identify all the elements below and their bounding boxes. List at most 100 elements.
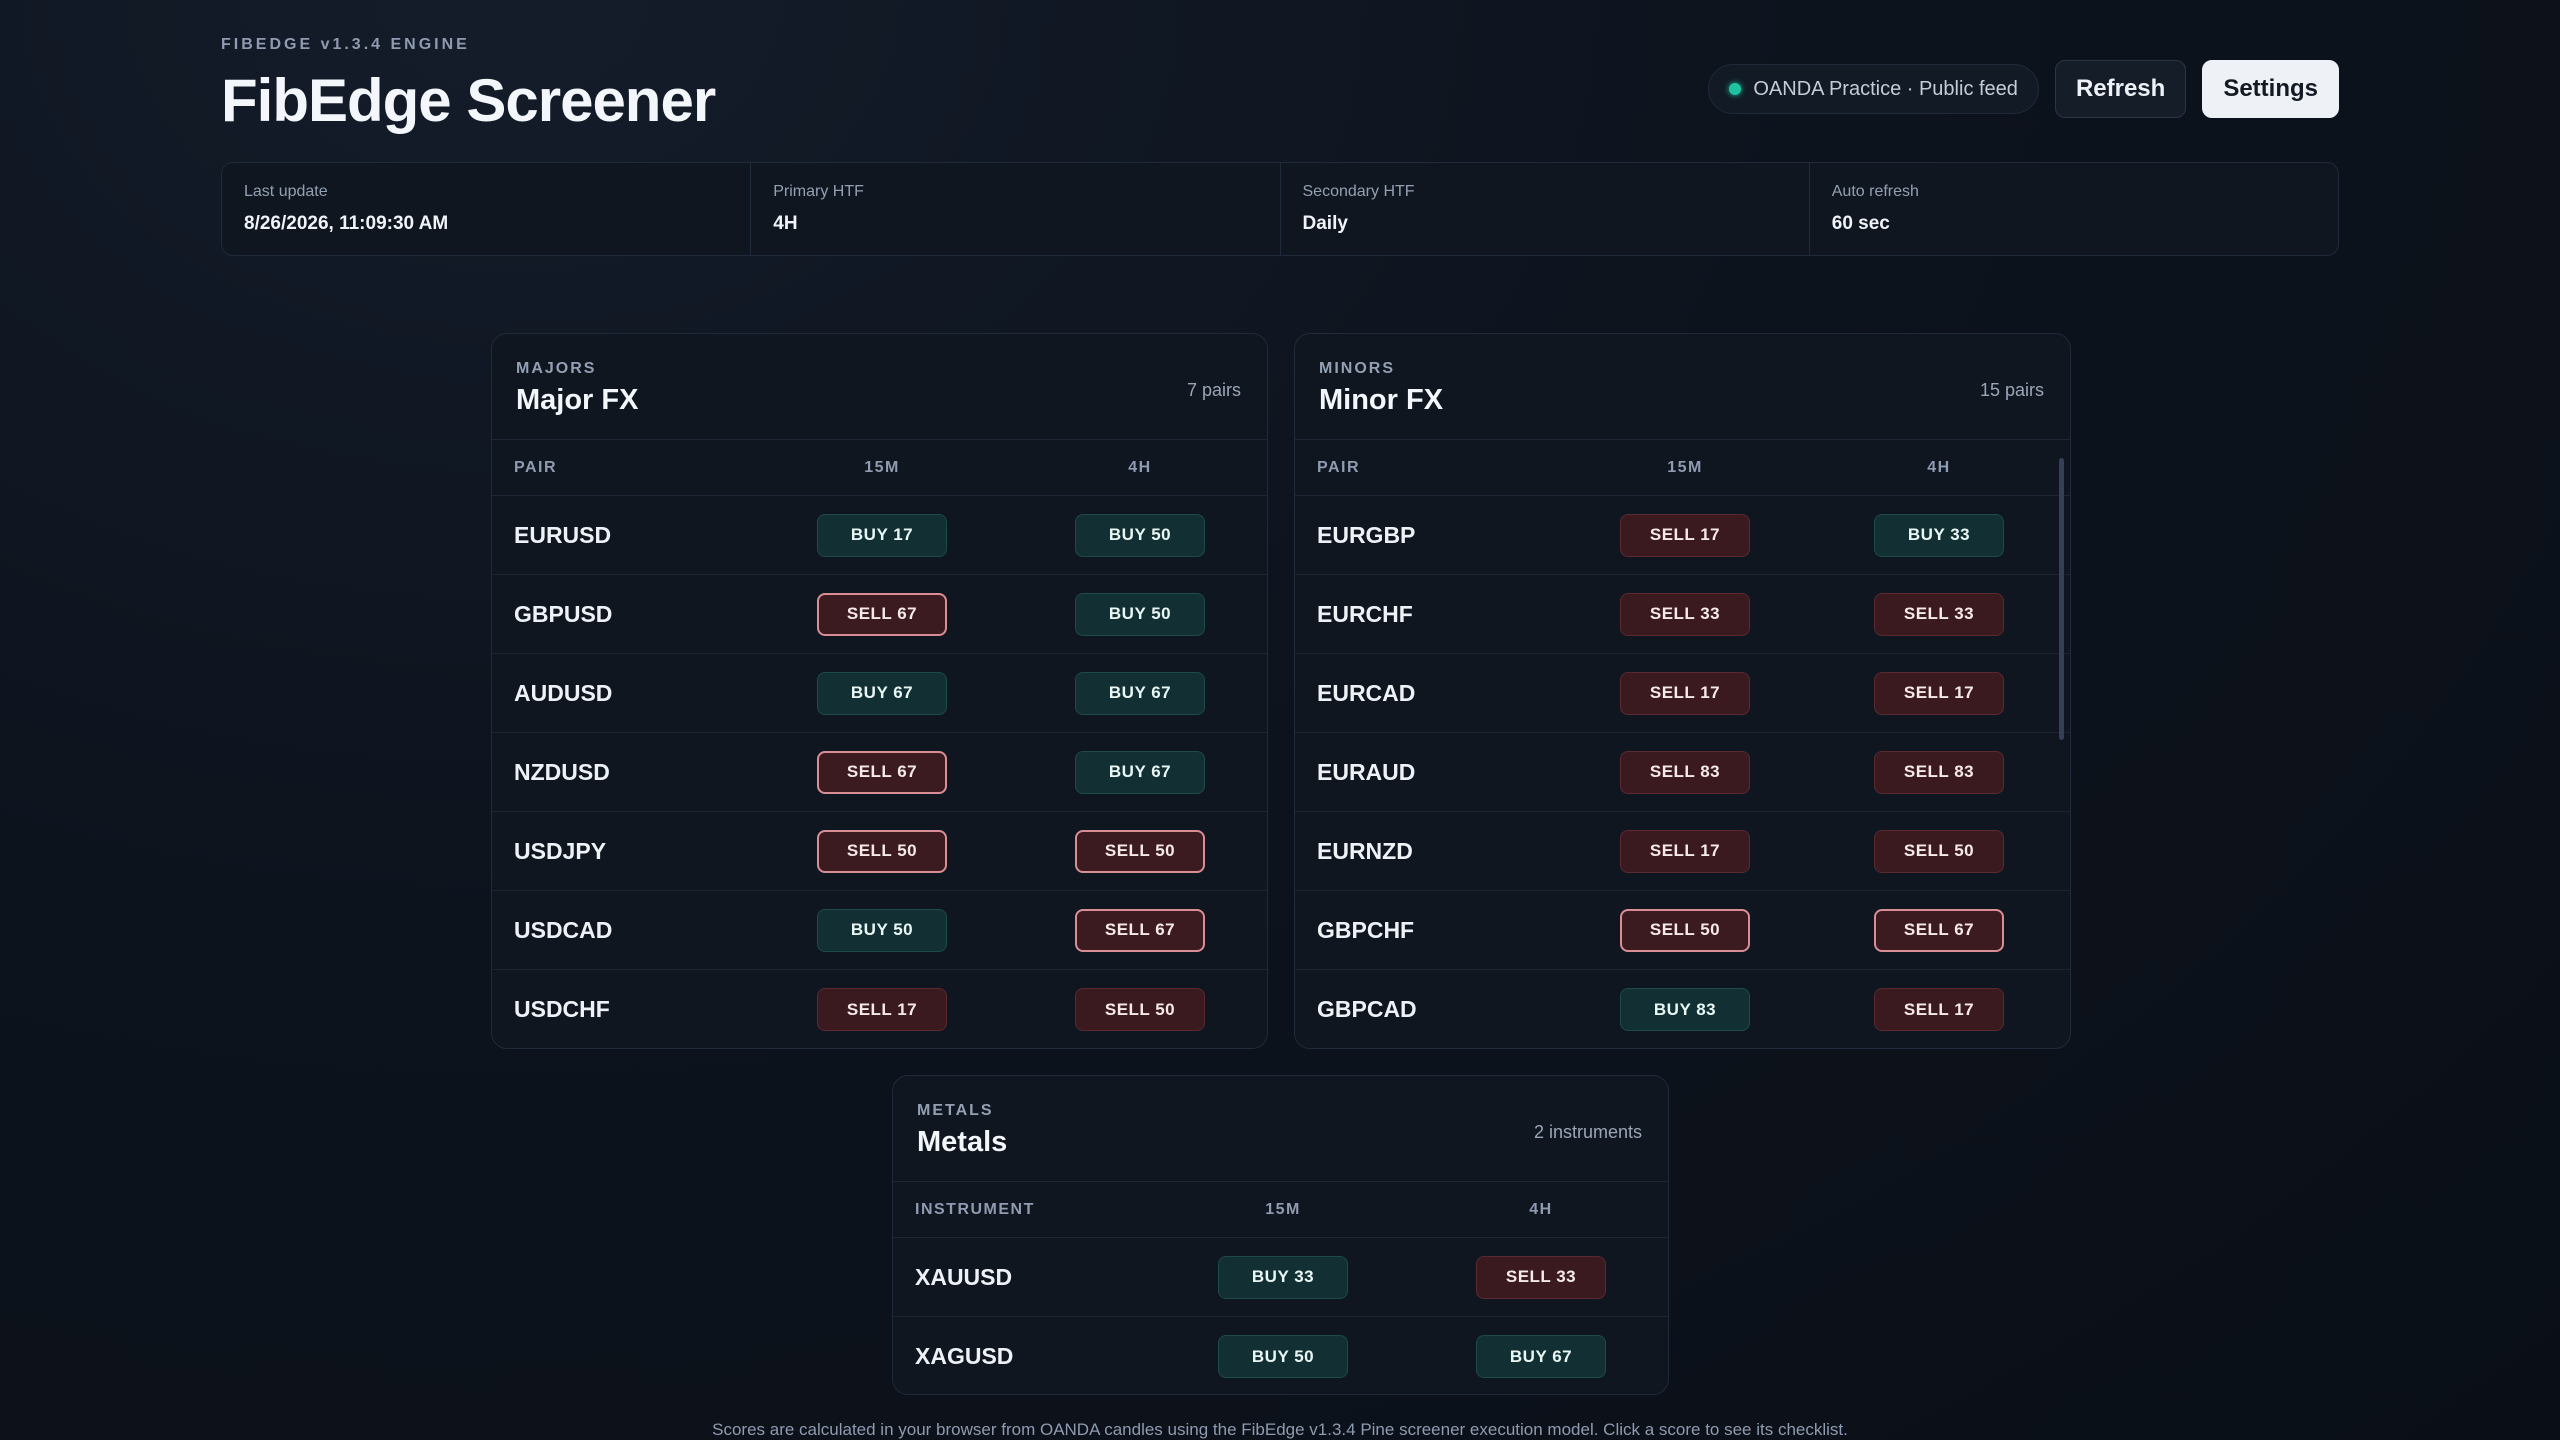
stat-label: Primary HTF — [773, 183, 864, 200]
score-badge[interactable]: SELL 17 — [1620, 671, 1750, 715]
cell-15m: BUY 33 — [1203, 1255, 1363, 1299]
score-badge[interactable]: SELL 50 — [817, 829, 947, 873]
pair-name: EURNZD — [1317, 837, 1413, 864]
panel-eyebrow: MAJORS — [516, 360, 597, 377]
column-header-pair: PAIR — [514, 458, 558, 476]
panel-majors: MAJORS Major FX 7 pairs PAIR 15M 4H EURU… — [491, 333, 1268, 1049]
pair-name: XAUUSD — [915, 1263, 1013, 1290]
column-header-instrument: INSTRUMENT — [915, 1200, 1035, 1218]
table-row: USDCHF SELL 17 SELL 50 — [492, 970, 1267, 1048]
panel-count: 2 instruments — [1533, 1122, 1642, 1142]
stat-secondary-htf: Secondary HTF Daily — [1281, 163, 1810, 255]
scrollbar[interactable] — [2059, 458, 2064, 740]
stat-label: Secondary HTF — [1302, 183, 1415, 200]
pair-name: EURUSD — [514, 521, 612, 548]
score-badge[interactable]: BUY 67 — [1075, 671, 1205, 715]
cell-15m: BUY 50 — [802, 908, 962, 952]
table-row: EURAUD SELL 83 SELL 83 — [1295, 733, 2070, 812]
table-row: USDJPY SELL 50 SELL 50 — [492, 812, 1267, 891]
table-row: XAUUSD BUY 33 SELL 33 — [893, 1238, 1668, 1317]
score-badge[interactable]: SELL 17 — [1620, 829, 1750, 873]
column-header-15m: 15M — [1667, 458, 1703, 476]
score-badge[interactable]: BUY 50 — [1075, 513, 1205, 557]
column-header-pair: PAIR — [1317, 458, 1361, 476]
cell-15m: SELL 50 — [1605, 908, 1765, 952]
score-badge[interactable]: SELL 83 — [1874, 750, 2004, 794]
pair-name: GBPUSD — [514, 600, 613, 627]
cell-15m: SELL 83 — [1605, 750, 1765, 794]
score-badge[interactable]: SELL 50 — [1620, 908, 1750, 952]
refresh-button[interactable]: Refresh — [2054, 60, 2187, 118]
score-badge[interactable]: SELL 67 — [1075, 908, 1205, 952]
score-badge[interactable]: SELL 83 — [1620, 750, 1750, 794]
table-body: EURUSD BUY 17 BUY 50 GBPUSD SELL 67 BUY 50 AUD… — [492, 496, 1267, 1048]
score-badge[interactable]: BUY 83 — [1620, 988, 1750, 1031]
cell-15m: SELL 17 — [802, 988, 962, 1031]
table-row: EURGBP SELL 17 BUY 33 — [1295, 496, 2070, 575]
score-badge[interactable]: SELL 67 — [817, 750, 947, 794]
cell-15m: BUY 17 — [802, 513, 962, 557]
pair-name: USDCHF — [514, 996, 610, 1022]
column-header-15m: 15M — [864, 458, 900, 476]
feed-status-pill: OANDA Practice · Public feed — [1708, 64, 2039, 114]
status-dot-icon — [1729, 83, 1742, 95]
score-badge[interactable]: BUY 67 — [817, 671, 947, 715]
cell-4h: SELL 50 — [1859, 829, 2019, 873]
cell-15m: SELL 50 — [802, 829, 962, 873]
score-badge[interactable]: BUY 33 — [1874, 513, 2004, 557]
score-badge[interactable]: SELL 33 — [1476, 1255, 1606, 1299]
score-badge[interactable]: SELL 67 — [1874, 908, 2004, 952]
score-badge[interactable]: SELL 17 — [817, 988, 947, 1031]
cell-4h: BUY 50 — [1060, 513, 1220, 557]
score-badge[interactable]: BUY 67 — [1075, 750, 1205, 794]
panel-header: MAJORS Major FX 7 pairs — [492, 334, 1267, 440]
score-badge[interactable]: BUY 17 — [817, 513, 947, 557]
column-header-4h: 4H — [1529, 1200, 1553, 1218]
cell-15m: SELL 33 — [1605, 592, 1765, 636]
table-header: PAIR 15M 4H — [1295, 440, 2070, 496]
screener-page: FIBEDGE v1.3.4 ENGINE FibEdge Screener O… — [0, 0, 2560, 1440]
score-badge[interactable]: SELL 17 — [1620, 513, 1750, 557]
table-row: XAGUSD BUY 50 BUY 67 — [893, 1317, 1668, 1394]
score-badge[interactable]: SELL 50 — [1075, 988, 1205, 1031]
header: FIBEDGE v1.3.4 ENGINE FibEdge Screener O… — [221, 36, 2339, 146]
engine-eyebrow: FIBEDGE v1.3.4 ENGINE — [221, 36, 470, 53]
cell-4h: SELL 67 — [1859, 908, 2019, 952]
footer-note: Scores are calculated in your browser fr… — [712, 1420, 1848, 1439]
stats-bar: Last update 8/26/2026, 11:09:30 AM Prima… — [221, 162, 2339, 256]
score-badge[interactable]: BUY 50 — [1218, 1335, 1348, 1378]
panel-count: 15 pairs — [1979, 380, 2044, 400]
cell-15m: SELL 67 — [802, 750, 962, 794]
cell-4h: SELL 50 — [1060, 829, 1220, 873]
pair-name: NZDUSD — [514, 758, 610, 785]
score-badge[interactable]: BUY 50 — [1075, 592, 1205, 636]
score-badge[interactable]: BUY 67 — [1476, 1335, 1606, 1378]
table-row: GBPCAD BUY 83 SELL 17 — [1295, 970, 2070, 1048]
pair-name: EURCAD — [1317, 679, 1416, 706]
cell-15m: BUY 83 — [1605, 988, 1765, 1031]
score-badge[interactable]: BUY 33 — [1218, 1255, 1348, 1299]
pair-name: GBPCAD — [1317, 996, 1417, 1022]
panel-minors: MINORS Minor FX 15 pairs PAIR 15M 4H EUR… — [1294, 333, 2071, 1049]
cell-4h: SELL 17 — [1859, 671, 2019, 715]
settings-button[interactable]: Settings — [2202, 60, 2339, 118]
table-row: EURCHF SELL 33 SELL 33 — [1295, 575, 2070, 654]
score-badge[interactable]: SELL 50 — [1874, 829, 2004, 873]
panel-title: Major FX — [516, 384, 639, 416]
score-badge[interactable]: SELL 17 — [1874, 988, 2004, 1031]
table-body: EURGBP SELL 17 BUY 33 EURCHF SELL 33 SELL 33 E… — [1295, 496, 2070, 1048]
pair-name: USDJPY — [514, 837, 607, 864]
score-badge[interactable]: SELL 17 — [1874, 671, 2004, 715]
cell-15m: BUY 50 — [1203, 1335, 1363, 1378]
score-badge[interactable]: SELL 50 — [1075, 829, 1205, 873]
score-badge[interactable]: SELL 67 — [817, 592, 947, 636]
pair-name: EURAUD — [1317, 758, 1416, 785]
stat-value: 60 sec — [1831, 213, 1890, 234]
score-badge[interactable]: SELL 33 — [1620, 592, 1750, 636]
column-header-4h: 4H — [1927, 458, 1951, 476]
score-badge[interactable]: SELL 33 — [1874, 592, 2004, 636]
column-header-4h: 4H — [1128, 458, 1152, 476]
score-badge[interactable]: BUY 50 — [817, 908, 947, 952]
cell-4h: SELL 17 — [1859, 988, 2019, 1031]
table-row: EURUSD BUY 17 BUY 50 — [492, 496, 1267, 575]
